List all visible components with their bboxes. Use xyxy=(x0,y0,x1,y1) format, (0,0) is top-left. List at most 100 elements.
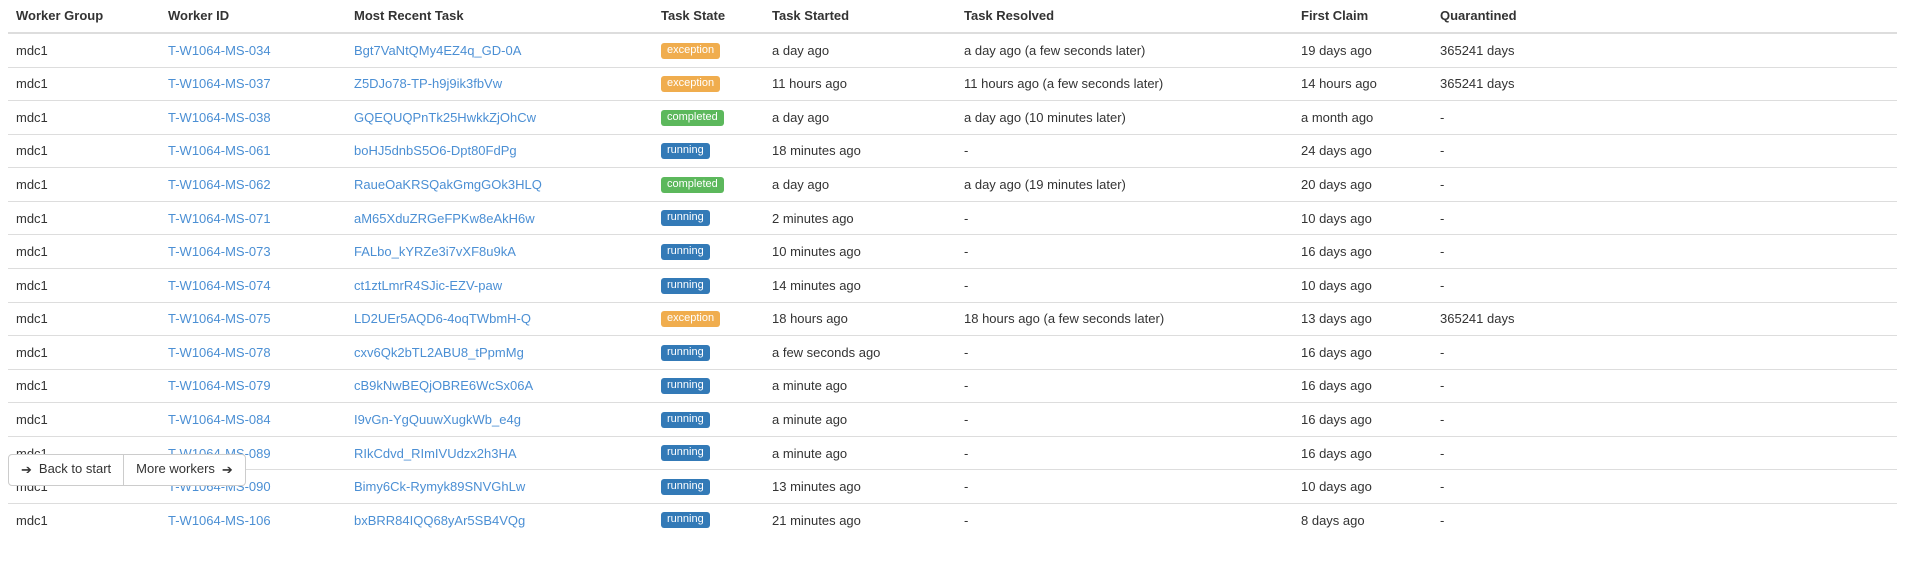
worker-id-link[interactable]: T-W1064-MS-071 xyxy=(168,211,271,226)
task-link[interactable]: I9vGn-YgQuuwXugkWb_e4g xyxy=(354,412,521,427)
task-link[interactable]: LD2UEr5AQD6-4oqTWbmH-Q xyxy=(354,311,531,326)
cell-task-state: running xyxy=(653,435,764,470)
cell-task-resolved: a day ago (10 minutes later) xyxy=(956,100,1293,135)
cell-worker-group: mdc1 xyxy=(8,267,160,302)
cell-task-state: running xyxy=(653,469,764,504)
cell-worker-id: T-W1064-MS-079 xyxy=(160,368,346,403)
cell-most-recent-task: boHJ5dnbS5O6-Dpt80FdPg xyxy=(346,133,653,168)
cell-quarantined: - xyxy=(1432,200,1897,235)
task-state-badge: running xyxy=(661,512,710,529)
task-link[interactable]: Bimy6Ck-Rymyk89SNVGhLw xyxy=(354,479,525,494)
cell-first-claim: a month ago xyxy=(1293,100,1432,135)
worker-id-link[interactable]: T-W1064-MS-075 xyxy=(168,311,271,326)
cell-task-state: running xyxy=(653,402,764,437)
task-link[interactable]: FALbo_kYRZe3i7vXF8u9kA xyxy=(354,244,516,259)
task-link[interactable]: Bgt7VaNtQMy4EZ4q_GD-0A xyxy=(354,43,521,58)
cell-worker-id: T-W1064-MS-034 xyxy=(160,33,346,67)
cell-quarantined: - xyxy=(1432,234,1897,269)
cell-quarantined: - xyxy=(1432,402,1897,437)
cell-task-started: a minute ago xyxy=(764,435,956,470)
cell-quarantined: - xyxy=(1432,502,1897,537)
cell-task-state: running xyxy=(653,335,764,370)
back-to-start-label: Back to start xyxy=(38,461,112,477)
column-header-task-started: Task Started xyxy=(764,0,956,34)
cell-first-claim: 16 days ago xyxy=(1293,402,1432,437)
cell-most-recent-task: RaueOaKRSQakGmgGOk3HLQ xyxy=(346,167,653,202)
cell-task-state: exception xyxy=(653,33,764,67)
cell-most-recent-task: Z5DJo78-TP-h9j9ik3fbVw xyxy=(346,66,653,101)
cell-task-started: a day ago xyxy=(764,100,956,135)
cell-worker-id: T-W1064-MS-071 xyxy=(160,200,346,235)
worker-id-link[interactable]: T-W1064-MS-078 xyxy=(168,345,271,360)
task-link[interactable]: RaueOaKRSQakGmgGOk3HLQ xyxy=(354,177,542,192)
task-state-badge: running xyxy=(661,277,710,294)
cell-task-state: running xyxy=(653,200,764,235)
task-link[interactable]: GQEQUQPnTk25HwkkZjOhCw xyxy=(354,110,536,125)
cell-worker-id: T-W1064-MS-075 xyxy=(160,301,346,336)
task-state-badge: running xyxy=(661,411,710,428)
cell-task-state: exception xyxy=(653,301,764,336)
task-link[interactable]: cxv6Qk2bTL2ABU8_tPpmMg xyxy=(354,345,524,360)
cell-worker-group: mdc1 xyxy=(8,402,160,437)
cell-task-started: a minute ago xyxy=(764,402,956,437)
task-link[interactable]: boHJ5dnbS5O6-Dpt80FdPg xyxy=(354,143,517,158)
worker-id-link[interactable]: T-W1064-MS-079 xyxy=(168,378,271,393)
back-to-start-button[interactable]: ➔ Back to start xyxy=(8,454,125,486)
task-link[interactable]: Z5DJo78-TP-h9j9ik3fbVw xyxy=(354,76,502,91)
table-row: mdc1 T-W1064-MS-071 aM65XduZRGeFPKw8eAkH6w… xyxy=(8,200,1897,235)
column-header-worker-group: Worker Group xyxy=(8,0,160,34)
task-link[interactable]: cB9kNwBEQjOBRE6WcSx06A xyxy=(354,378,533,393)
worker-id-link[interactable]: T-W1064-MS-061 xyxy=(168,143,271,158)
task-state-badge: running xyxy=(661,243,710,260)
task-link[interactable]: bxBRR84IQQ68yAr5SB4VQg xyxy=(354,513,525,528)
task-state-badge: running xyxy=(661,143,710,160)
cell-worker-group: mdc1 xyxy=(8,301,160,336)
task-state-badge: exception xyxy=(661,42,721,59)
cell-quarantined: - xyxy=(1432,167,1897,202)
task-state-badge: exception xyxy=(661,76,721,93)
table-row: mdc1 T-W1064-MS-089 RIkCdvd_RImIVUdzx2h3HA… xyxy=(8,435,1897,470)
task-link[interactable]: RIkCdvd_RImIVUdzx2h3HA xyxy=(354,446,517,461)
task-state-badge: running xyxy=(661,445,710,462)
cell-worker-id: T-W1064-MS-073 xyxy=(160,234,346,269)
cell-most-recent-task: FALbo_kYRZe3i7vXF8u9kA xyxy=(346,234,653,269)
task-state-badge: running xyxy=(661,344,710,361)
cell-task-resolved: 11 hours ago (a few seconds later) xyxy=(956,66,1293,101)
column-header-most-recent-task: Most Recent Task xyxy=(346,0,653,34)
cell-task-started: 18 hours ago xyxy=(764,301,956,336)
cell-task-started: 2 minutes ago xyxy=(764,200,956,235)
cell-most-recent-task: I9vGn-YgQuuwXugkWb_e4g xyxy=(346,402,653,437)
arrow-left-icon: ➔ xyxy=(21,462,32,478)
cell-quarantined: - xyxy=(1432,435,1897,470)
column-header-first-claim: First Claim xyxy=(1293,0,1432,34)
cell-task-state: running xyxy=(653,133,764,168)
cell-most-recent-task: Bimy6Ck-Rymyk89SNVGhLw xyxy=(346,469,653,504)
task-state-badge: completed xyxy=(661,176,724,193)
task-link[interactable]: aM65XduZRGeFPKw8eAkH6w xyxy=(354,211,535,226)
worker-id-link[interactable]: T-W1064-MS-084 xyxy=(168,412,271,427)
worker-id-link[interactable]: T-W1064-MS-073 xyxy=(168,244,271,259)
task-link[interactable]: ct1ztLmrR4SJic-EZV-paw xyxy=(354,278,502,293)
worker-id-link[interactable]: T-W1064-MS-037 xyxy=(168,76,271,91)
worker-id-link[interactable]: T-W1064-MS-062 xyxy=(168,177,271,192)
worker-id-link[interactable]: T-W1064-MS-034 xyxy=(168,43,271,58)
cell-first-claim: 16 days ago xyxy=(1293,234,1432,269)
cell-task-resolved: - xyxy=(956,502,1293,537)
more-workers-button[interactable]: More workers ➔ xyxy=(124,454,246,486)
table-row: mdc1 T-W1064-MS-037 Z5DJo78-TP-h9j9ik3fbVw… xyxy=(8,66,1897,101)
worker-id-link[interactable]: T-W1064-MS-106 xyxy=(168,513,271,528)
cell-worker-group: mdc1 xyxy=(8,133,160,168)
worker-id-link[interactable]: T-W1064-MS-038 xyxy=(168,110,271,125)
cell-task-resolved: - xyxy=(956,402,1293,437)
column-header-task-resolved: Task Resolved xyxy=(956,0,1293,34)
table-row: mdc1 T-W1064-MS-038 GQEQUQPnTk25HwkkZjOhCw… xyxy=(8,100,1897,135)
cell-first-claim: 8 days ago xyxy=(1293,502,1432,537)
cell-task-resolved: - xyxy=(956,435,1293,470)
task-state-badge: running xyxy=(661,378,710,395)
cell-task-resolved: - xyxy=(956,267,1293,302)
worker-id-link[interactable]: T-W1064-MS-074 xyxy=(168,278,271,293)
task-state-badge: running xyxy=(661,478,710,495)
table-row: mdc1 T-W1064-MS-084 I9vGn-YgQuuwXugkWb_e4g… xyxy=(8,402,1897,437)
cell-worker-group: mdc1 xyxy=(8,200,160,235)
cell-quarantined: - xyxy=(1432,100,1897,135)
